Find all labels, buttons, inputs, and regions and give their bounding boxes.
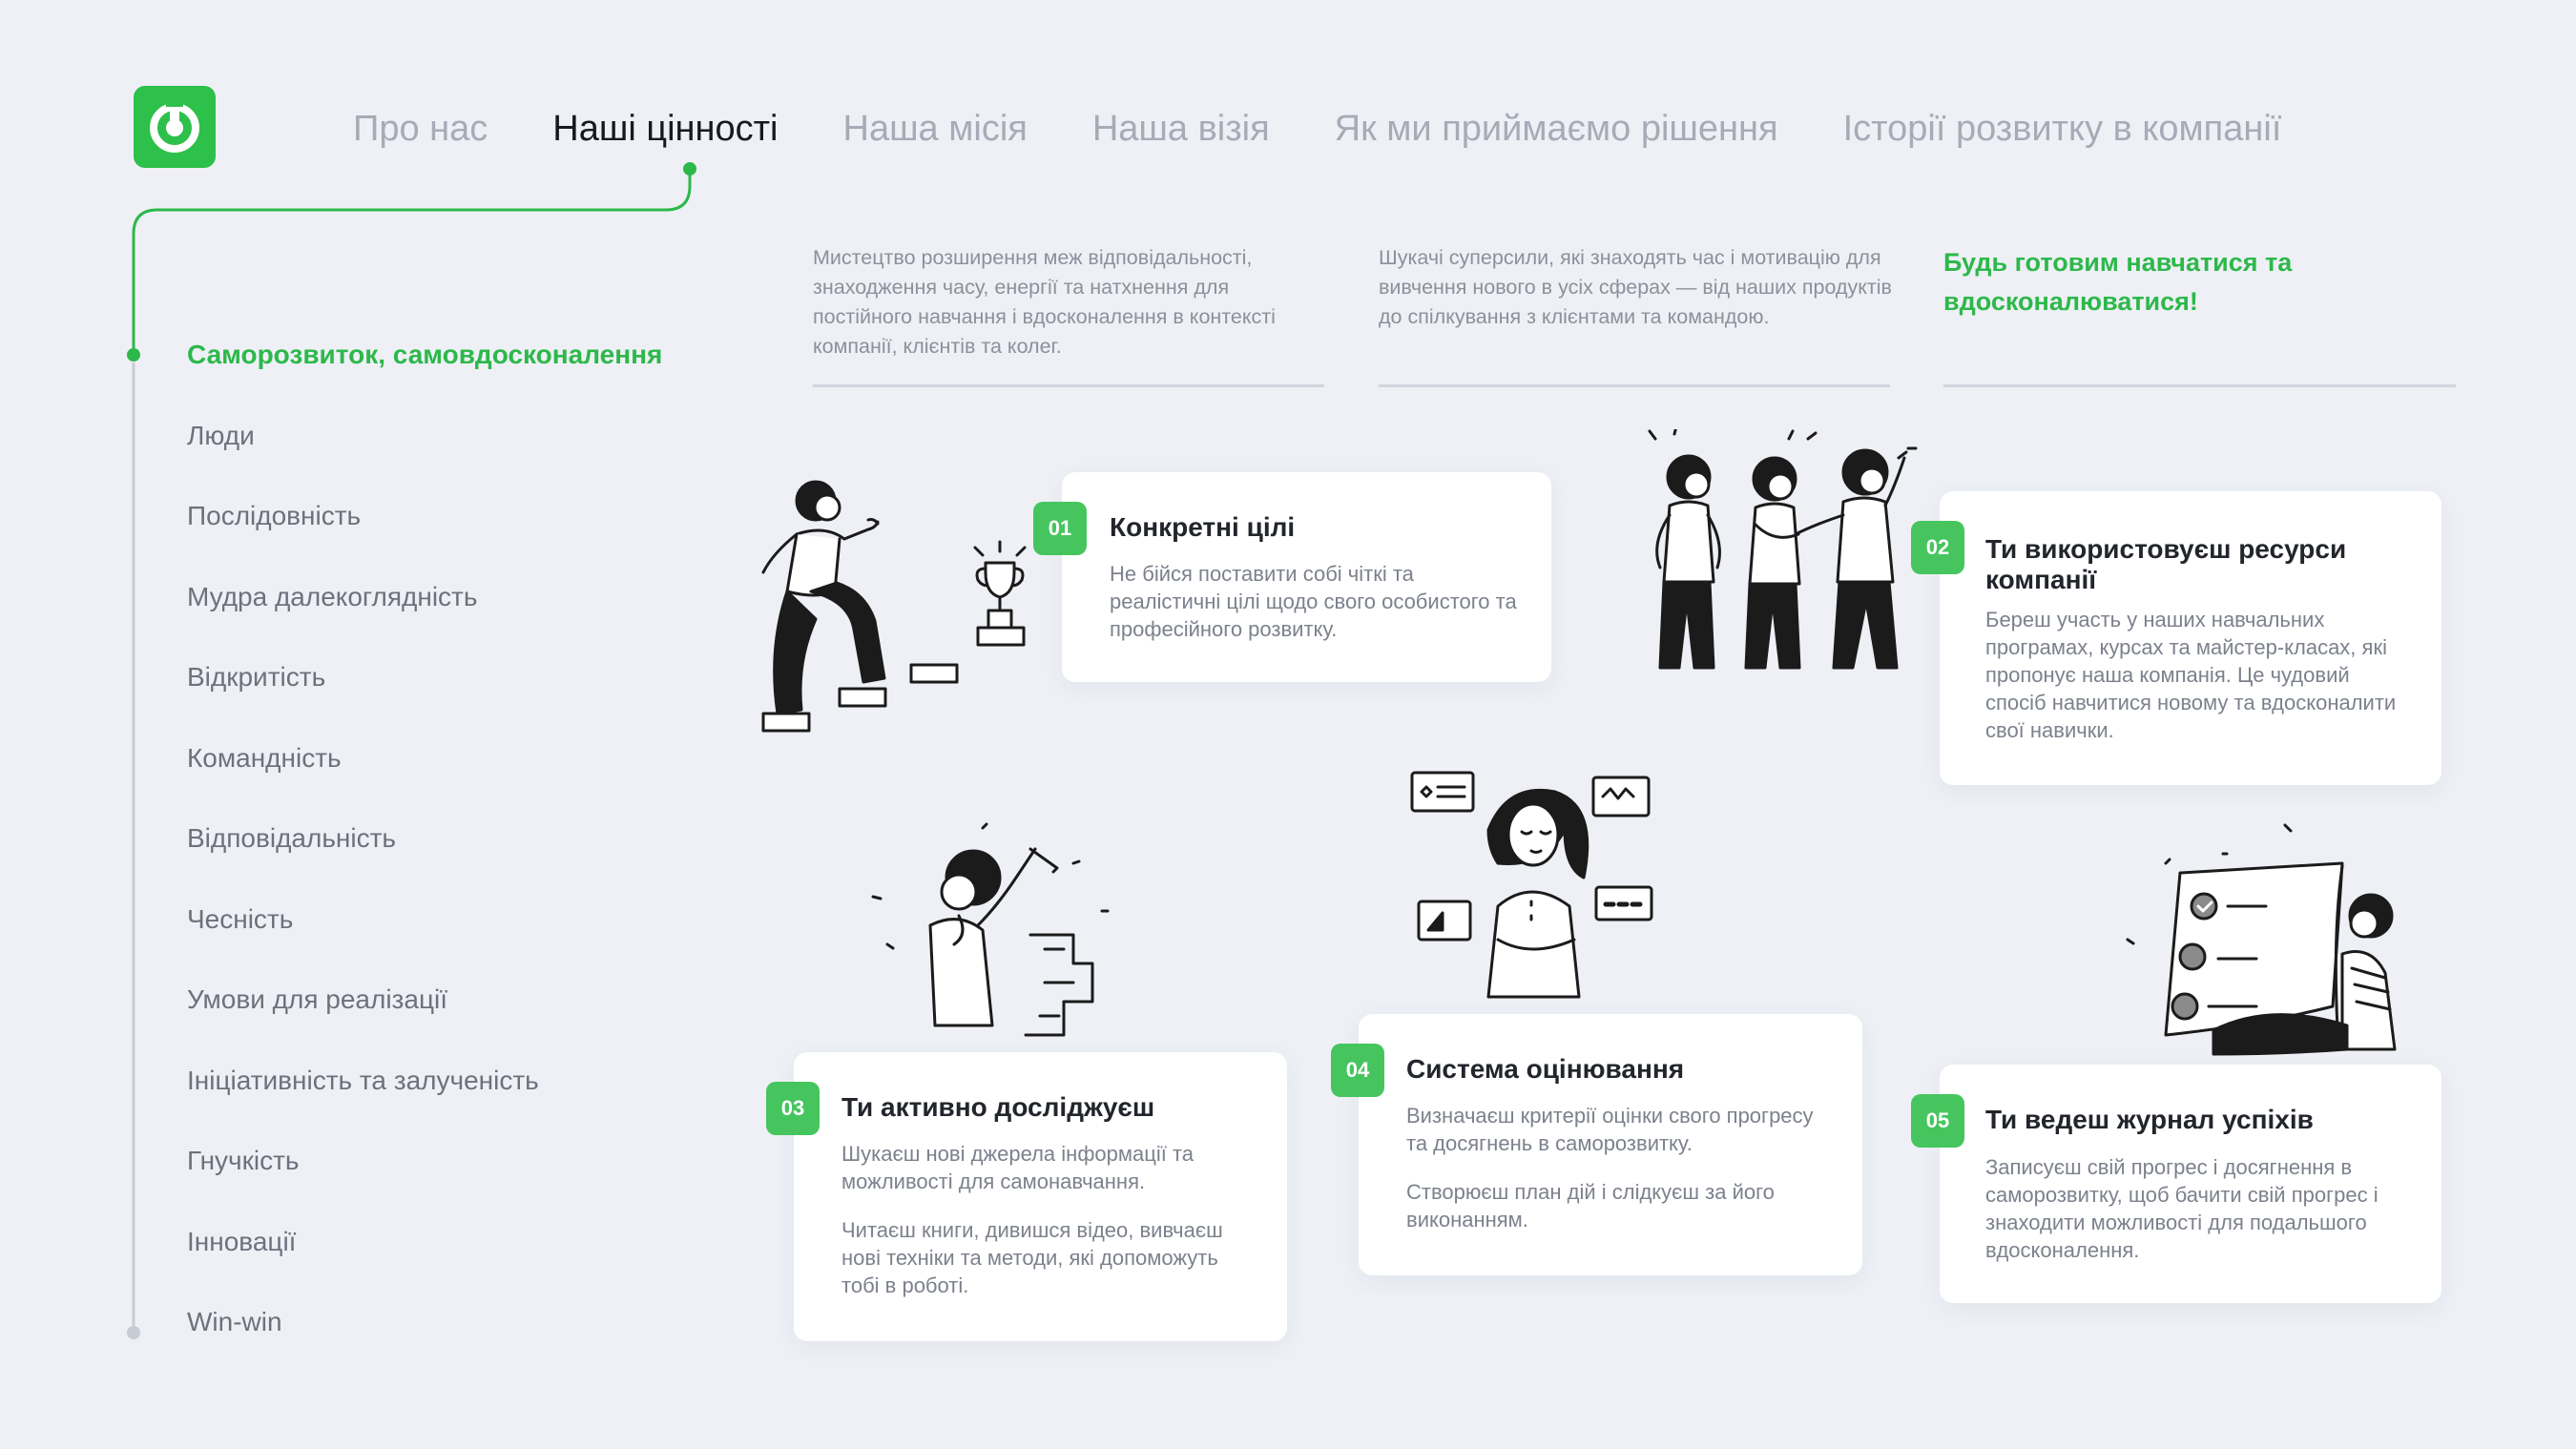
card-text: Визначаєш критерії оцінки свого прогресу… (1406, 1104, 1814, 1232)
value-card-01: Конкретні цілі Не бійся поставити собі ч… (1062, 472, 1551, 682)
value-card-04: Система оцінювання Визначаєш критерії оц… (1359, 1014, 1862, 1275)
intro-seekers: Шукачі суперсили, які знаходять час і мо… (1379, 246, 1892, 328)
intro-motto: Будь готовим навчатися та вдосконалювати… (1943, 248, 2293, 316)
top-nav: Про нас Наші цінності Наша місія Наша ві… (353, 100, 2346, 157)
card-number-badge: 03 (766, 1082, 820, 1135)
card-title: Ти ведеш журнал успіхів (1985, 1105, 2314, 1134)
team-cheering-illustration (1648, 429, 1918, 670)
card-text: Не бійся поставити собі чіткі та реаліст… (1110, 562, 1517, 641)
nav-growth-stories[interactable]: Історії розвитку в компанії (1843, 109, 2282, 150)
sidebar-item-people[interactable]: Люди (187, 415, 759, 496)
nav-mission[interactable]: Наша місія (843, 109, 1028, 150)
card-title: Ти використовуєш ресурси компанії (1985, 534, 2347, 594)
sidebar-item-conditions[interactable]: Умови для реалізації (187, 979, 759, 1060)
card-number-badge: 02 (1911, 521, 1964, 574)
sidebar-item-initiative[interactable]: Ініціативність та залученість (187, 1060, 759, 1141)
card-text: Шукаєш нові джерела інформації та можлив… (841, 1142, 1223, 1297)
sidebar-item-foresight[interactable]: Мудра далекоглядність (187, 576, 759, 657)
value-card-03: Ти активно досліджуєш Шукаєш нові джерел… (794, 1052, 1287, 1341)
card-title: Система оцінювання (1406, 1054, 1685, 1084)
intro-divider (1943, 384, 2456, 387)
values-sidebar: Саморозвиток, самовдосконалення Люди Пос… (187, 334, 759, 1382)
card-title: Ти активно досліджуєш (841, 1092, 1155, 1122)
card-number-badge: 01 (1033, 502, 1087, 555)
nav-vision[interactable]: Наша візія (1092, 109, 1270, 150)
sidebar-item-win-win[interactable]: Win-win (187, 1301, 759, 1382)
intro-divider (1379, 384, 1890, 387)
nav-values[interactable]: Наші цінності (552, 109, 778, 150)
card-text: Записуєш свій прогрес і досягнення в сам… (1985, 1155, 2379, 1262)
nav-about[interactable]: Про нас (353, 109, 488, 150)
value-card-05: Ти ведеш журнал успіхів Записуєш свій пр… (1940, 1065, 2441, 1303)
sidebar-item-consistency[interactable]: Послідовність (187, 495, 759, 576)
card-text: Береш участь у наших навчальних програма… (1985, 608, 2397, 742)
climbing-stairs-illustration (761, 480, 1027, 733)
card-number-badge: 04 (1331, 1044, 1384, 1097)
company-logo[interactable] (134, 86, 216, 168)
power-icon (150, 101, 199, 153)
card-title: Конкретні цілі (1110, 512, 1296, 542)
researcher-writing-illustration (871, 822, 1110, 1037)
card-number-badge: 05 (1911, 1094, 1964, 1148)
values-page: Про нас Наші цінності Наша місія Наша ві… (0, 0, 2576, 1449)
value-card-02: Ти використовуєш ресурси компанії Береш … (1940, 491, 2441, 785)
nav-decisions[interactable]: Як ми приймаємо рішення (1335, 109, 1778, 150)
intro-divider (813, 384, 1324, 387)
intro-description: Мистецтво розширення меж відповідальност… (813, 246, 1276, 358)
sidebar-item-teamwork[interactable]: Командність (187, 737, 759, 818)
success-journal-illustration (2126, 823, 2397, 1056)
evaluation-illustration (1410, 771, 1653, 999)
sidebar-item-openness[interactable]: Відкритість (187, 656, 759, 737)
sidebar-item-honesty[interactable]: Чесність (187, 899, 759, 980)
sidebar-item-responsibility[interactable]: Відповідальність (187, 818, 759, 899)
sidebar-item-self-development[interactable]: Саморозвиток, самовдосконалення (187, 334, 759, 415)
sidebar-item-innovation[interactable]: Інновації (187, 1221, 759, 1302)
sidebar-item-flexibility[interactable]: Гнучкість (187, 1140, 759, 1221)
